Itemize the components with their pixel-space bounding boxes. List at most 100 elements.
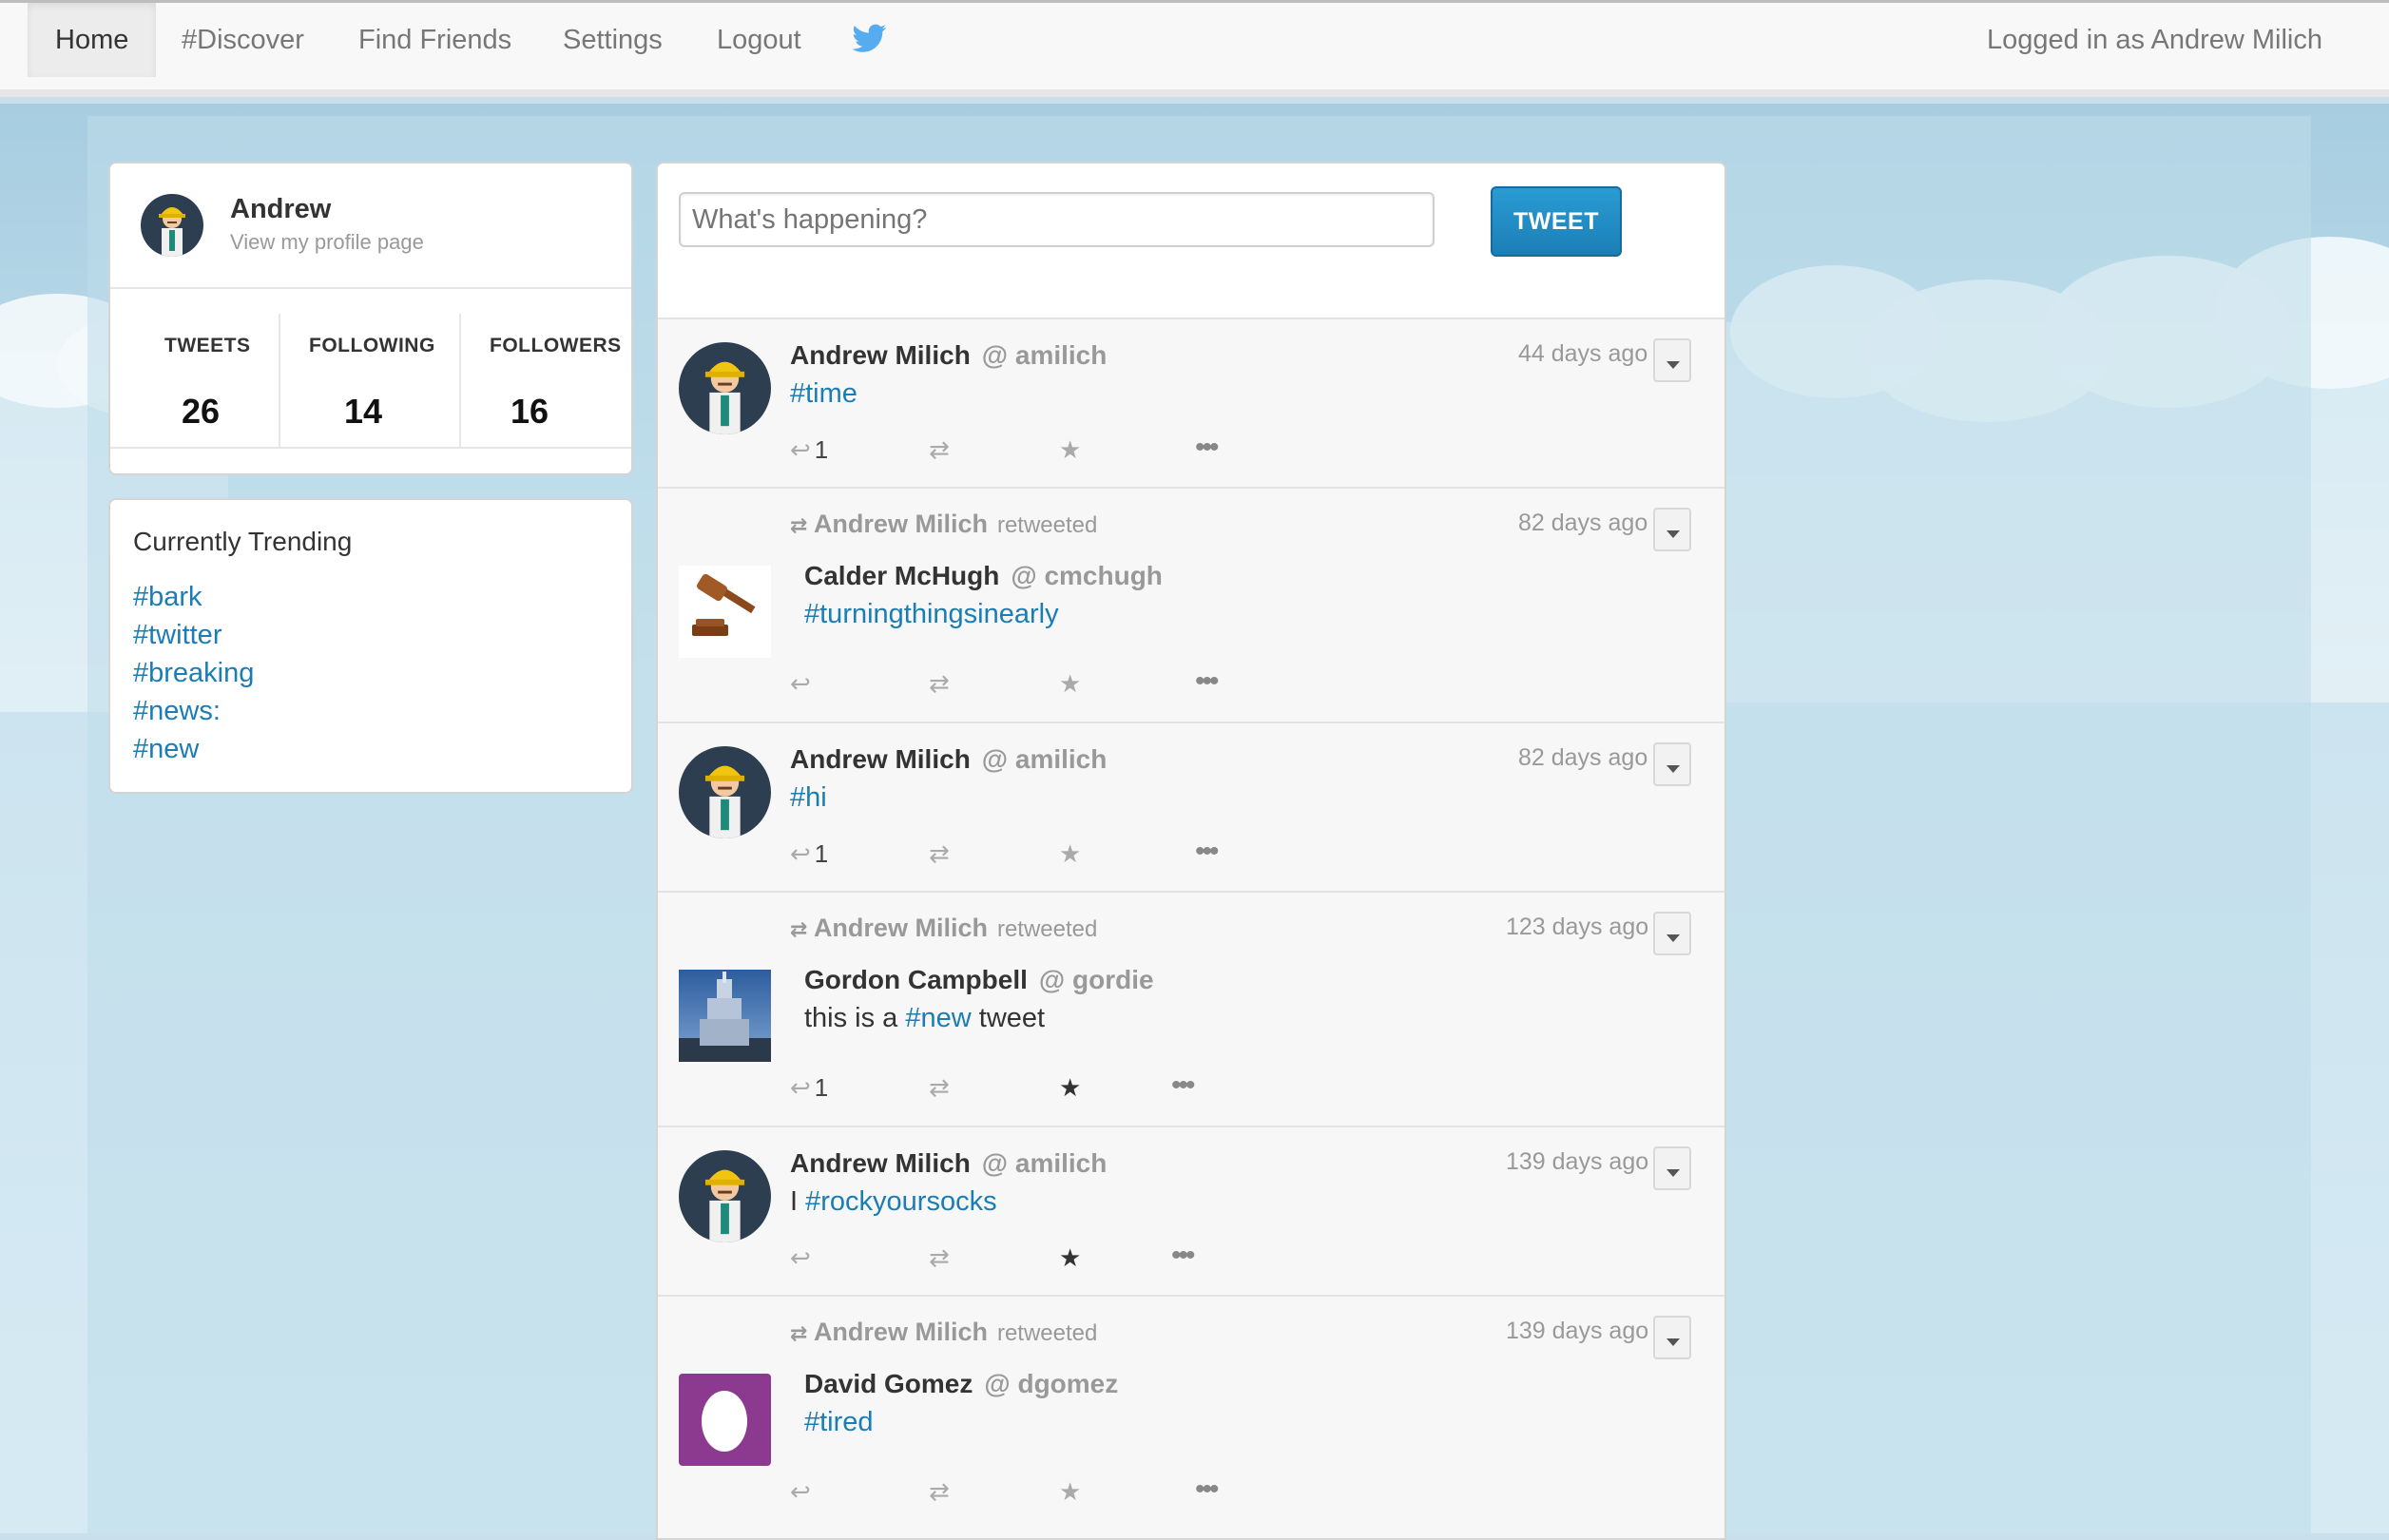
- reply-icon[interactable]: ↩ 1: [790, 1073, 828, 1103]
- more-icon[interactable]: •••: [1195, 836, 1219, 868]
- retweet-icon[interactable]: ⇄: [929, 1073, 950, 1103]
- author-name[interactable]: Andrew Milich: [790, 340, 971, 370]
- profile-card: Andrew View my profile page TWEETS 26 FO…: [108, 162, 633, 475]
- tweet-text-part: tweet: [978, 1003, 1046, 1033]
- more-icon[interactable]: •••: [1195, 1473, 1219, 1506]
- tweet-input[interactable]: [679, 192, 1435, 247]
- profile-name: Andrew: [230, 194, 332, 224]
- author-name[interactable]: Andrew Milich: [790, 744, 971, 774]
- retweet-icon[interactable]: ⇄: [929, 1243, 950, 1273]
- trending-item[interactable]: #breaking: [133, 658, 254, 689]
- author-name[interactable]: Andrew Milich: [790, 1148, 971, 1178]
- star-icon[interactable]: ★: [1059, 839, 1081, 869]
- trending-item[interactable]: #twitter: [133, 620, 222, 651]
- profile-avatar[interactable]: [141, 194, 203, 257]
- tweet-author[interactable]: Andrew Milich @ amilich: [790, 744, 1107, 775]
- retweet-icon[interactable]: ⇄: [929, 1477, 950, 1507]
- star-icon[interactable]: ★: [1059, 669, 1081, 699]
- trending-item[interactable]: #bark: [133, 582, 202, 613]
- tweet-author[interactable]: Andrew Milich @ amilich: [790, 340, 1107, 371]
- tweet-author[interactable]: Gordon Campbell @ gordie: [804, 965, 1154, 995]
- retweet-icon[interactable]: ⇄: [929, 839, 950, 869]
- tweet-author[interactable]: Andrew Milich @ amilich: [790, 1148, 1107, 1179]
- tweet-author[interactable]: David Gomez @ dgomez: [804, 1369, 1118, 1399]
- tweet-dropdown[interactable]: [1653, 1316, 1691, 1359]
- hashtag[interactable]: #time: [790, 378, 857, 409]
- retweeted-label: retweeted: [996, 916, 1098, 942]
- hashtag[interactable]: #new: [905, 1003, 971, 1033]
- hashtag[interactable]: #tired: [804, 1407, 874, 1437]
- star-icon[interactable]: ★: [1059, 1477, 1081, 1507]
- author-handle[interactable]: @ amilich: [982, 340, 1108, 370]
- retweeter-name[interactable]: Andrew Milich: [814, 1318, 988, 1346]
- trending-item[interactable]: #new: [133, 734, 199, 765]
- reply-icon[interactable]: ↩: [790, 1477, 815, 1507]
- retweet-small-icon: ⇄: [790, 1321, 808, 1345]
- more-icon[interactable]: •••: [1171, 1069, 1195, 1102]
- nav-home[interactable]: Home: [28, 3, 157, 77]
- reply-icon[interactable]: ↩ 1: [790, 839, 828, 869]
- stat-followers-value[interactable]: 16: [511, 392, 549, 432]
- author-name[interactable]: Calder McHugh: [804, 561, 999, 590]
- author-name[interactable]: David Gomez: [804, 1369, 973, 1398]
- tweet-button[interactable]: TWEET: [1491, 186, 1622, 257]
- tweet-avatar[interactable]: [679, 566, 771, 658]
- reply-icon[interactable]: ↩: [790, 1243, 815, 1273]
- tweet-time: 82 days ago: [1518, 744, 1648, 771]
- tweet-dropdown[interactable]: [1653, 508, 1691, 551]
- stat-tweets-value[interactable]: 26: [182, 392, 220, 432]
- nav-discover[interactable]: #Discover: [182, 3, 304, 77]
- tweet-avatar[interactable]: [679, 970, 771, 1062]
- stat-divider: [459, 314, 461, 447]
- logged-in-text: Logged in as Andrew Milich: [1986, 25, 2322, 55]
- tweet-item: Andrew Milich @ amilich #hi 82 days ago ↩…: [658, 722, 1724, 891]
- reply-icon[interactable]: ↩: [790, 669, 815, 699]
- more-icon[interactable]: •••: [1195, 432, 1219, 464]
- retweet-icon[interactable]: ⇄: [929, 435, 950, 465]
- tweet-avatar[interactable]: [679, 1374, 771, 1466]
- author-handle[interactable]: @ dgomez: [984, 1369, 1118, 1398]
- tweet-item: ⇄ Andrew Milich retweeted Calder McHugh @ …: [658, 487, 1724, 722]
- tweet-text: this is a #new tweet: [804, 1003, 1045, 1034]
- tweet-dropdown[interactable]: [1653, 338, 1691, 382]
- author-handle[interactable]: @ gordie: [1039, 965, 1154, 994]
- nav-find-friends[interactable]: Find Friends: [358, 3, 511, 77]
- trending-item[interactable]: #news:: [133, 696, 221, 727]
- stat-followers-label: FOLLOWERS: [490, 335, 622, 356]
- retweeter-name[interactable]: Andrew Milich: [814, 510, 988, 538]
- hashtag[interactable]: #rockyoursocks: [805, 1186, 996, 1217]
- author-handle[interactable]: @ amilich: [982, 744, 1108, 774]
- star-icon[interactable]: ★: [1059, 1073, 1081, 1103]
- tweet-dropdown[interactable]: [1653, 742, 1691, 786]
- tweet-author[interactable]: Calder McHugh @ cmchugh: [804, 561, 1163, 591]
- tweet-time: 123 days ago: [1506, 914, 1649, 940]
- author-handle[interactable]: @ amilich: [982, 1148, 1108, 1178]
- star-icon[interactable]: ★: [1059, 435, 1081, 465]
- more-icon[interactable]: •••: [1195, 665, 1219, 698]
- reply-icon[interactable]: ↩ 1: [790, 435, 828, 465]
- more-icon[interactable]: •••: [1171, 1240, 1195, 1272]
- retweet-icon[interactable]: ⇄: [929, 669, 950, 699]
- tweet-avatar[interactable]: [679, 1150, 771, 1242]
- tweet-text: #turningthingsinearly: [804, 599, 1059, 630]
- trending-card: Currently Trending #bark #twitter #break…: [108, 498, 633, 794]
- tweet-avatar[interactable]: [679, 342, 771, 434]
- stat-following-value[interactable]: 14: [344, 392, 382, 432]
- twitter-bird-icon[interactable]: [852, 24, 888, 58]
- tweet-dropdown[interactable]: [1653, 912, 1691, 955]
- retweeter-name[interactable]: Andrew Milich: [814, 914, 988, 942]
- author-name[interactable]: Gordon Campbell: [804, 965, 1028, 994]
- star-icon[interactable]: ★: [1059, 1243, 1081, 1273]
- tweet-avatar[interactable]: [679, 746, 771, 838]
- tweet-text-part: this is a: [804, 1003, 898, 1033]
- nav-settings[interactable]: Settings: [563, 3, 663, 77]
- author-handle[interactable]: @ cmchugh: [1011, 561, 1163, 590]
- tweet-text: I #rockyoursocks: [790, 1186, 997, 1218]
- profile-bottom-divider: [110, 447, 631, 449]
- hashtag[interactable]: #hi: [790, 782, 827, 813]
- profile-link[interactable]: View my profile page: [230, 230, 424, 255]
- hashtag[interactable]: #turningthingsinearly: [804, 599, 1059, 629]
- tweet-item: ⇄ Andrew Milich retweeted Gordon Campbell…: [658, 891, 1724, 1126]
- tweet-dropdown[interactable]: [1653, 1146, 1691, 1190]
- nav-logout[interactable]: Logout: [717, 3, 801, 77]
